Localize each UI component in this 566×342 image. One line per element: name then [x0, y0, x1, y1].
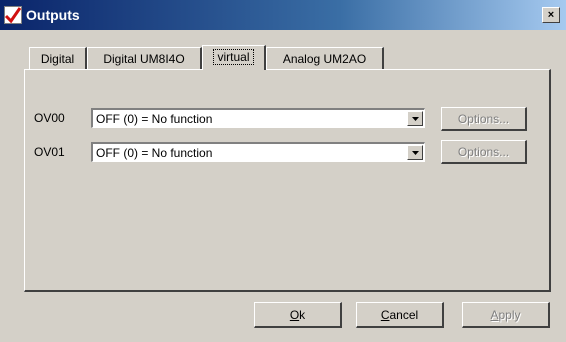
tab-analog-um2ao[interactable]: Analog UM2AO — [266, 47, 384, 69]
ok-button[interactable]: Ok — [254, 302, 342, 328]
tab-digital-um8i4o[interactable]: Digital UM8I4O — [87, 47, 202, 69]
chevron-down-icon[interactable] — [407, 111, 423, 126]
ov01-select[interactable]: OFF (0) = No function — [91, 142, 425, 162]
ov01-label: OV01 — [34, 145, 65, 159]
tab-virtual[interactable]: virtual — [202, 45, 266, 70]
cancel-label: ancel — [389, 308, 419, 322]
close-icon: × — [547, 9, 555, 21]
tab-label: Digital — [40, 52, 75, 66]
apply-mnemonic: A — [490, 308, 499, 322]
apply-button[interactable]: Apply — [462, 302, 550, 328]
options-label: Options... — [457, 112, 510, 126]
ov01-options-button[interactable]: Options... — [441, 140, 527, 164]
dialog-body: Digital Digital UM8I4O virtual Analog UM… — [0, 30, 566, 342]
ov00-select-value: OFF (0) = No function — [96, 112, 213, 126]
ov00-options-button[interactable]: Options... — [441, 107, 527, 131]
chevron-down-icon[interactable] — [407, 145, 423, 160]
close-button[interactable]: × — [542, 7, 560, 23]
cancel-button[interactable]: Cancel — [356, 302, 444, 328]
ov00-label: OV00 — [34, 111, 65, 125]
ov00-select[interactable]: OFF (0) = No function — [91, 108, 425, 128]
title-bar[interactable]: Outputs × — [0, 0, 566, 30]
tab-panel — [24, 69, 551, 292]
ov01-select-value: OFF (0) = No function — [96, 146, 213, 160]
red-check-icon — [4, 6, 22, 24]
tab-digital[interactable]: Digital — [29, 47, 87, 69]
tab-label: Analog UM2AO — [282, 52, 367, 66]
options-label: Options... — [457, 145, 510, 159]
ok-mnemonic: O — [289, 308, 300, 322]
window-title: Outputs — [26, 7, 80, 23]
apply-label: pply — [498, 308, 521, 322]
tab-label: virtual — [213, 49, 254, 65]
tab-label: Digital UM8I4O — [103, 52, 185, 66]
ok-label: k — [299, 308, 306, 322]
